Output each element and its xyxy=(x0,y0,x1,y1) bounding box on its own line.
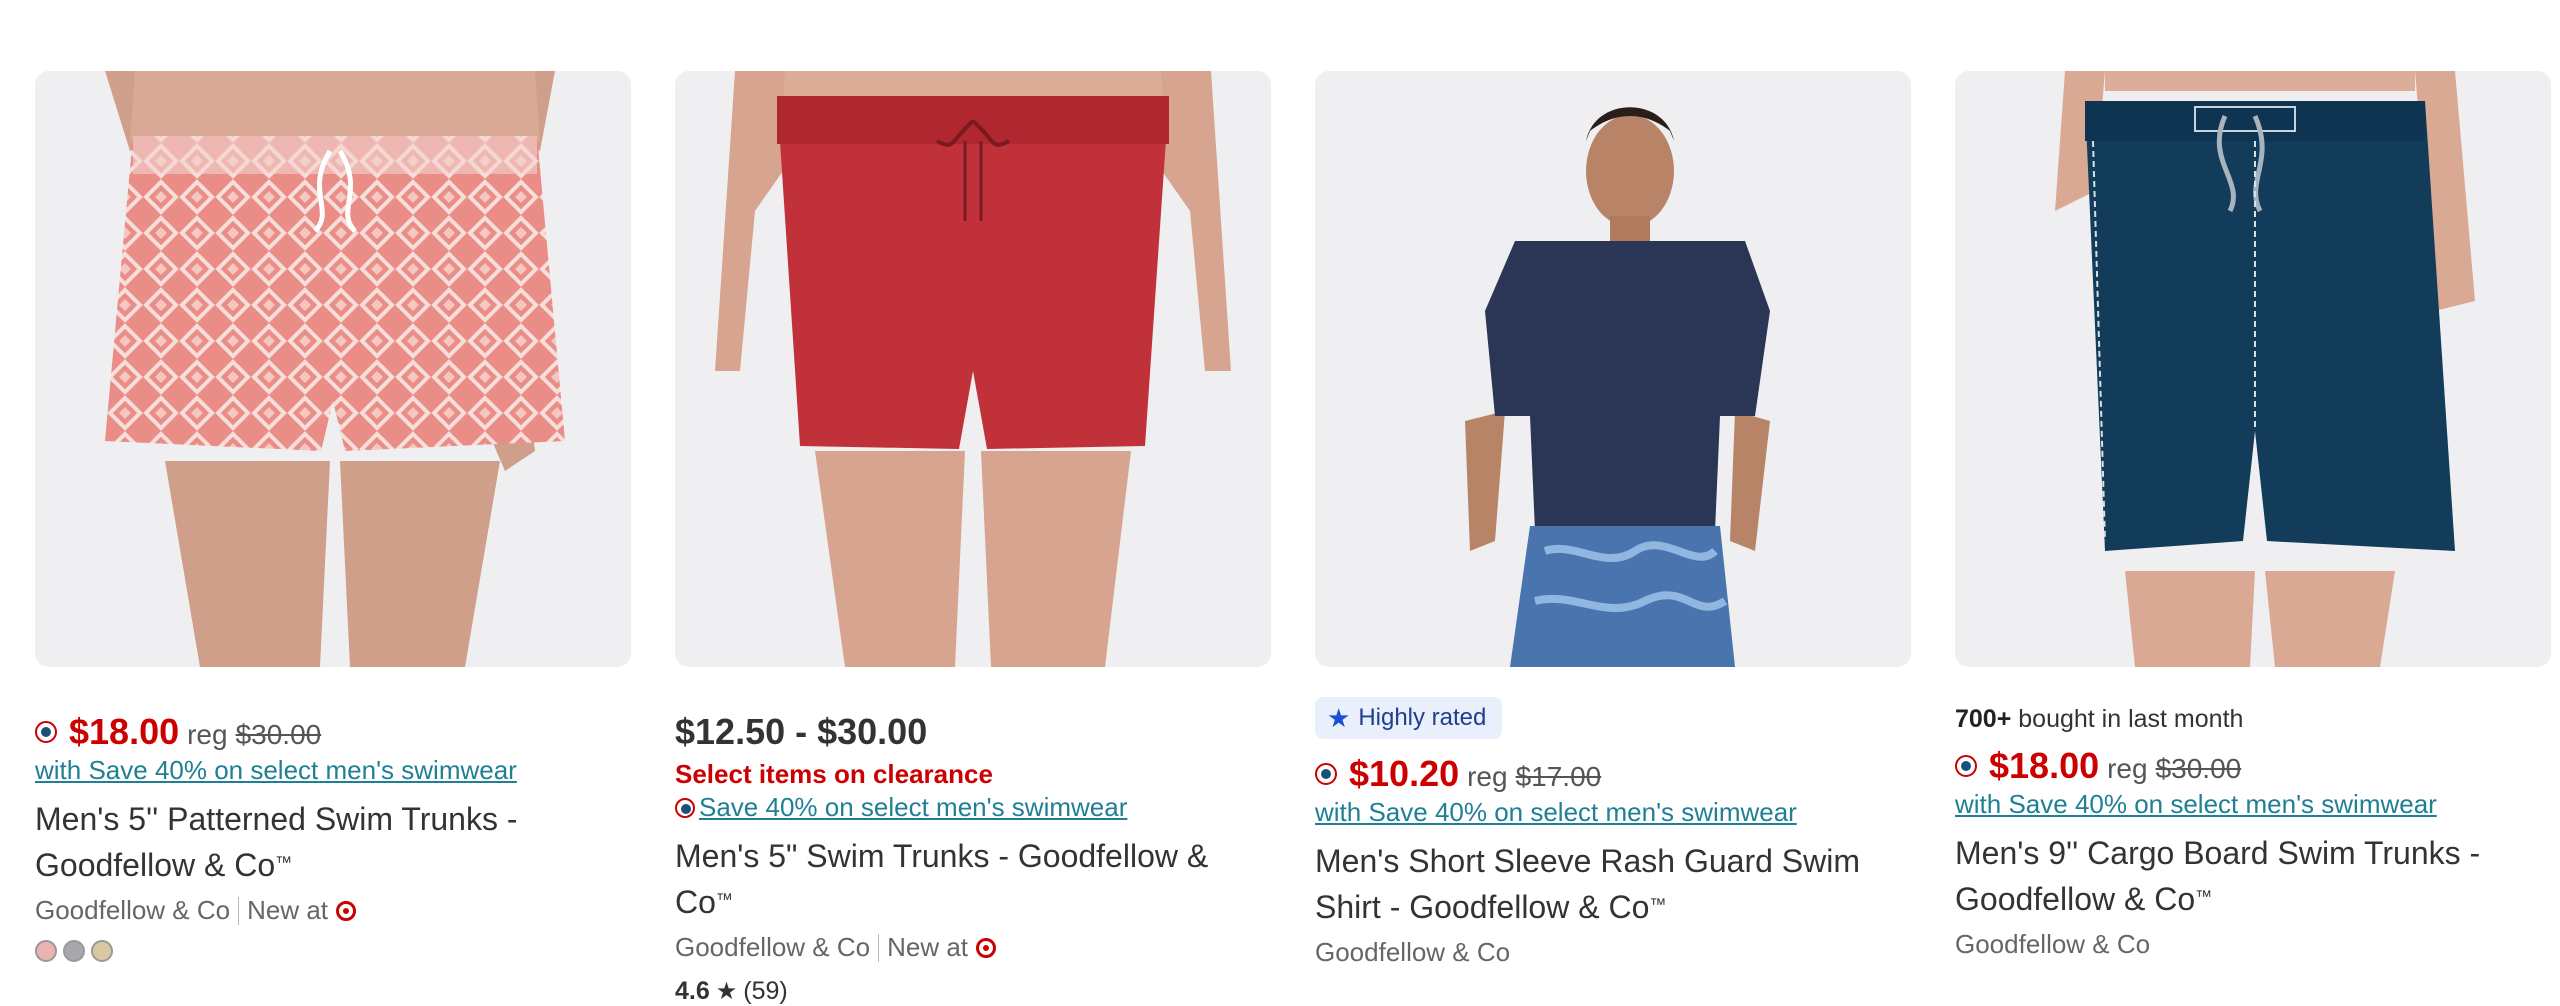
brand-link[interactable]: Goodfellow & Co xyxy=(675,932,870,963)
product-meta: Goodfellow & Co New at xyxy=(675,932,1271,963)
highly-rated-badge: ★ Highly rated xyxy=(1315,697,1503,739)
product-image[interactable] xyxy=(1315,71,1911,667)
product-card[interactable]: 700+ bought in last month $18.00 reg $30… xyxy=(1955,71,2551,1006)
promo-link[interactable]: with Save 40% on select men's swimwear xyxy=(35,755,517,786)
swatch-tan[interactable] xyxy=(91,940,113,962)
bought-count-text: 700+ bought in last month xyxy=(1955,705,2244,733)
product-meta: Goodfellow & Co New at xyxy=(35,895,631,926)
reg-price: $30.00 xyxy=(2155,753,2242,784)
swatch-gray[interactable] xyxy=(63,940,85,962)
reg-price: $17.00 xyxy=(1515,761,1602,792)
circle-offer-icon xyxy=(1955,755,1977,777)
sale-price: $18.00 xyxy=(69,711,180,752)
product-title[interactable]: Men's 9'' Cargo Board Swim Trunks - Good… xyxy=(1955,832,2551,921)
price-range: $12.50 - $30.00 xyxy=(675,711,928,752)
new-at-label: New at xyxy=(247,895,329,925)
swatch-pink[interactable] xyxy=(35,940,57,962)
product-image[interactable] xyxy=(35,71,631,667)
price-row: $10.20 reg $17.00 xyxy=(1315,753,1911,795)
reg-label: reg xyxy=(1467,761,1508,792)
divider xyxy=(878,933,880,962)
circle-offer-icon xyxy=(1315,763,1337,785)
rash-guard-shirt-image xyxy=(1315,71,1911,667)
circle-offer-icon xyxy=(35,721,57,743)
product-card[interactable]: $12.50 - $30.00 Select items on clearanc… xyxy=(675,71,1271,1006)
color-swatches xyxy=(35,940,631,962)
new-at-label: New at xyxy=(887,932,969,962)
product-card[interactable]: ★ Highly rated $10.20 reg $17.00 with Sa… xyxy=(1315,71,1911,1006)
circle-offer-icon xyxy=(675,797,695,818)
reg-price: $30.00 xyxy=(235,719,322,750)
product-title[interactable]: Men's 5" Swim Trunks - Goodfellow & Co™ xyxy=(675,835,1271,924)
rating[interactable]: 4.6 ★ (59) xyxy=(675,977,1271,1006)
divider xyxy=(238,896,240,925)
promo-link[interactable]: Save 40% on select men's swimwear xyxy=(699,792,1127,823)
product-image[interactable] xyxy=(675,71,1271,667)
rating-value: 4.6 xyxy=(675,977,710,1005)
reg-label: reg xyxy=(187,719,228,750)
product-title[interactable]: Men's Short Sleeve Rash Guard Swim Shirt… xyxy=(1315,840,1911,929)
cargo-board-swim-trunks-image xyxy=(1955,71,2551,667)
sale-price: $18.00 xyxy=(1989,745,2100,786)
product-card[interactable]: $18.00 reg $30.00 with Save 40% on selec… xyxy=(35,71,631,1006)
review-count: (59) xyxy=(743,977,788,1005)
price-row: $18.00 reg $30.00 xyxy=(1955,745,2551,787)
red-swim-trunks-image xyxy=(675,71,1271,667)
reg-label: reg xyxy=(2107,753,2148,784)
target-logo-icon xyxy=(976,937,997,958)
patterned-swim-trunks-image xyxy=(35,71,631,667)
target-logo-icon xyxy=(336,900,357,921)
brand-link[interactable]: Goodfellow & Co xyxy=(35,895,230,926)
clearance-label: Select items on clearance xyxy=(675,759,993,789)
product-title[interactable]: Men's 5'' Patterned Swim Trunks - Goodfe… xyxy=(35,798,631,887)
brand-link[interactable]: Goodfellow & Co xyxy=(1955,929,2150,960)
promo-link[interactable]: with Save 40% on select men's swimwear xyxy=(1955,789,2437,820)
promo-link[interactable]: with Save 40% on select men's swimwear xyxy=(1315,797,1797,828)
star-icon: ★ xyxy=(715,978,738,1005)
sale-price: $10.20 xyxy=(1349,753,1460,794)
star-icon: ★ xyxy=(1327,702,1351,733)
product-grid: $18.00 reg $30.00 with Save 40% on selec… xyxy=(35,71,2551,1006)
product-meta: Goodfellow & Co xyxy=(1955,929,2551,960)
product-image[interactable] xyxy=(1955,71,2551,667)
price-row: $18.00 reg $30.00 xyxy=(35,711,631,753)
